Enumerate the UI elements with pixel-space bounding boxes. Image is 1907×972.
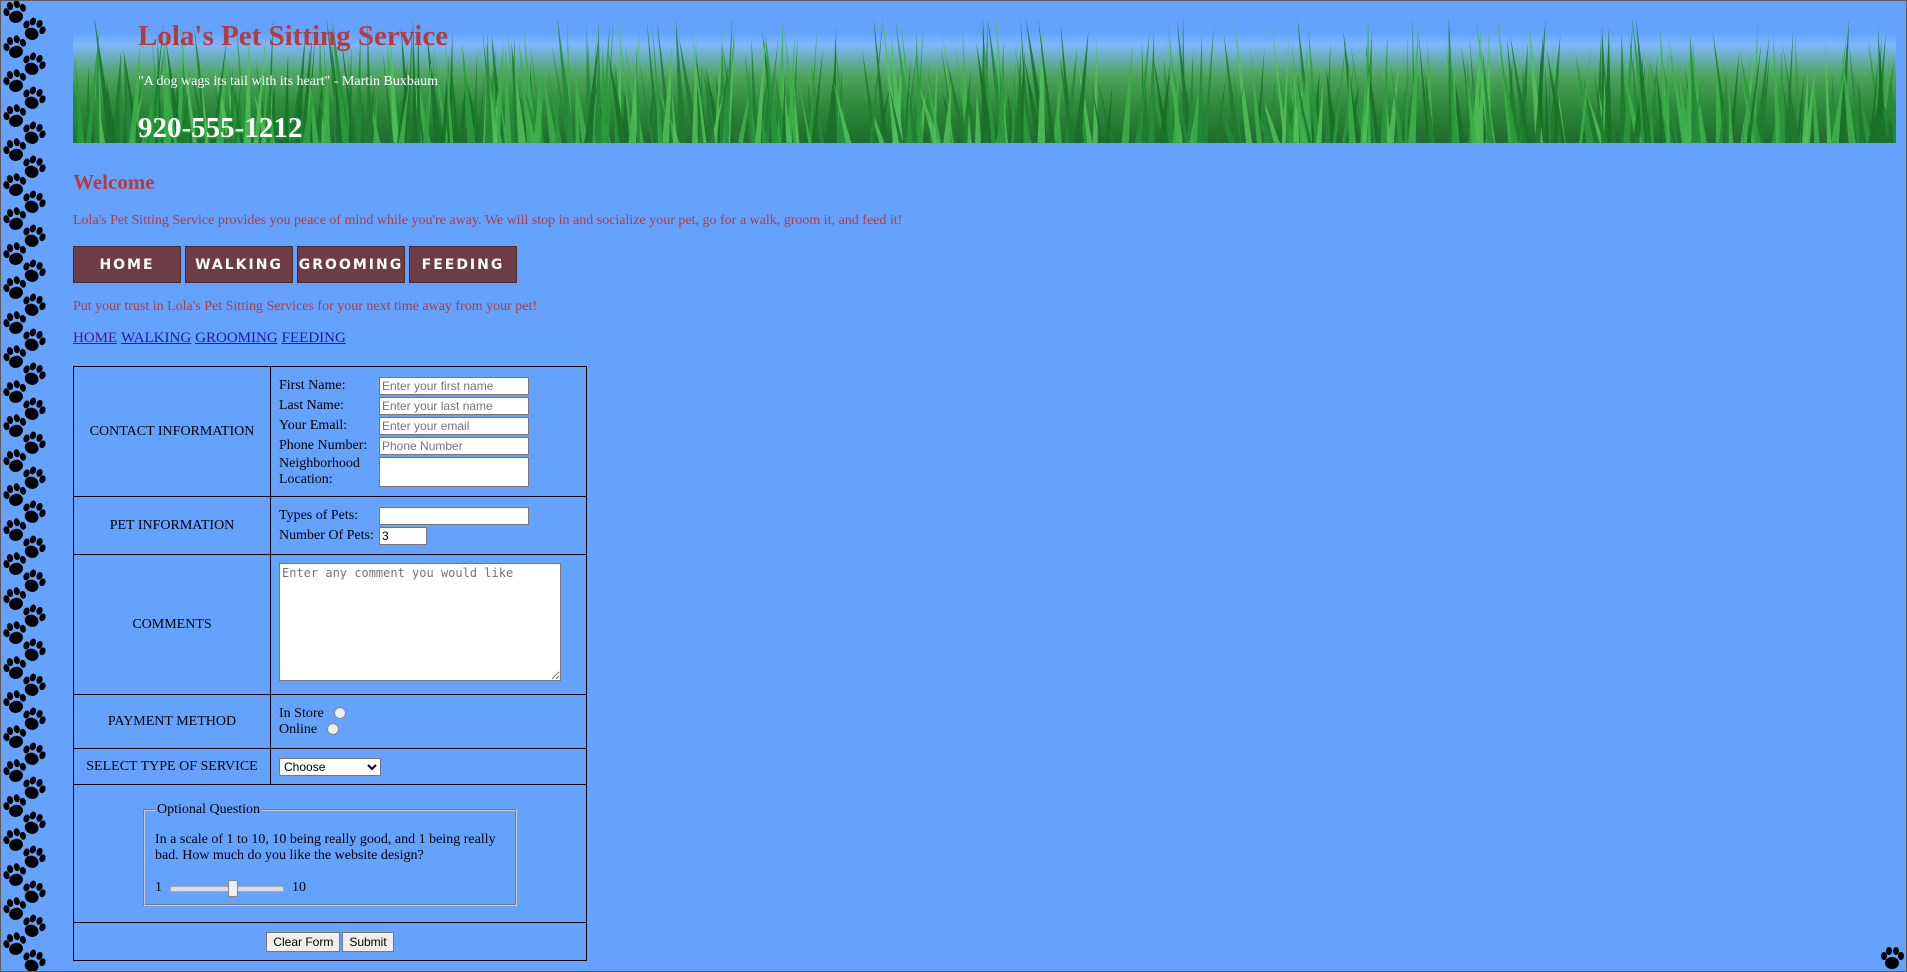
neighborhood-label: Neighborhood Location: — [279, 455, 360, 487]
service-select[interactable]: Choose — [279, 757, 381, 776]
slider-track — [170, 885, 284, 892]
pet-types-label: Types of Pets: — [279, 507, 359, 523]
nav-button-walking[interactable]: WALKING — [185, 246, 293, 283]
service-section-label: SELECT TYPE OF SERVICE — [73, 748, 271, 785]
payment-in-store-label: In Store — [279, 705, 324, 721]
text-nav-home[interactable]: HOME — [73, 330, 117, 346]
slider-max-label: 10 — [292, 879, 306, 895]
intro-text: Lola's Pet Sitting Service provides you … — [73, 213, 903, 228]
optional-question-text: In a scale of 1 to 10, 10 being really g… — [155, 831, 496, 863]
pet-section-label: PET INFORMATION — [73, 496, 271, 555]
slider-min-label: 1 — [155, 879, 162, 895]
contact-section-label: CONTACT INFORMATION — [73, 366, 271, 497]
image-nav-bar: HOME WALKING GROOMING FEEDING — [73, 246, 521, 283]
optional-question-legend: Optional Question — [157, 801, 261, 817]
trust-text: Put your trust in Lola's Pet Sitting Ser… — [73, 299, 538, 314]
clear-form-button[interactable]: Clear Form — [266, 931, 341, 952]
payment-online-radio[interactable] — [327, 723, 340, 736]
text-nav-feeding[interactable]: FEEDING — [282, 330, 346, 346]
neighborhood-field[interactable] — [379, 456, 529, 487]
welcome-heading: Welcome — [73, 170, 155, 194]
phone-number: 920-555-1212 — [138, 112, 303, 144]
first-name-label: First Name: — [279, 377, 346, 393]
nav-button-grooming[interactable]: GROOMING — [297, 246, 405, 283]
payment-in-store-radio[interactable] — [333, 707, 346, 720]
payment-section-label: PAYMENT METHOD — [73, 694, 271, 749]
optional-question-fieldset: Optional Question In a scale of 1 to 10,… — [143, 801, 517, 906]
submit-button[interactable]: Submit — [342, 931, 394, 952]
email-label: Your Email: — [279, 417, 348, 433]
text-nav-walking[interactable]: WALKING — [121, 330, 191, 346]
slider-thumb[interactable] — [228, 879, 238, 897]
rating-slider[interactable] — [170, 879, 284, 897]
comments-textarea[interactable] — [279, 563, 561, 681]
booking-form: CONTACT INFORMATION First Name: Last Nam… — [73, 366, 587, 961]
paw-icon — [1881, 947, 1904, 969]
comments-section-label: COMMENTS — [73, 554, 271, 695]
text-nav-grooming[interactable]: GROOMING — [195, 330, 278, 346]
paw-print-border — [0, 0, 48, 972]
phone-label: Phone Number: — [279, 437, 368, 453]
nav-button-home[interactable]: HOME — [73, 246, 181, 283]
site-quote: "A dog wags its tail with its heart" - M… — [138, 74, 438, 89]
text-nav: HOME WALKING GROOMING FEEDING — [73, 330, 350, 347]
first-name-field[interactable] — [379, 376, 529, 395]
phone-field[interactable] — [379, 436, 529, 455]
nav-button-feeding[interactable]: FEEDING — [409, 246, 517, 283]
payment-online-label: Online — [279, 721, 318, 737]
site-title: Lola's Pet Sitting Service — [138, 20, 449, 52]
last-name-label: Last Name: — [279, 397, 344, 413]
email-field[interactable] — [379, 416, 529, 435]
pet-number-label: Number Of Pets: — [279, 527, 374, 543]
last-name-field[interactable] — [379, 396, 529, 415]
pet-types-field[interactable] — [379, 506, 529, 525]
pet-number-field[interactable] — [379, 526, 427, 545]
